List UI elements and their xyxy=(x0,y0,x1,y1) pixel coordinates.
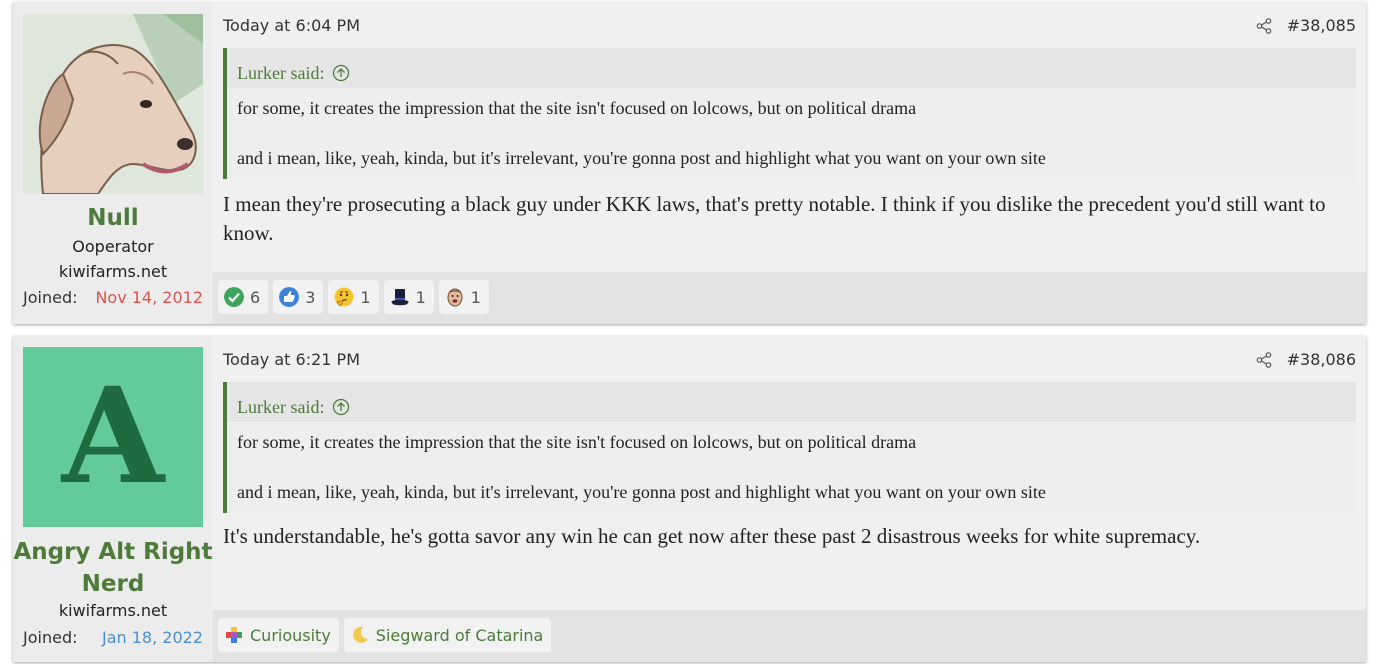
reaction-item[interactable]: 1 xyxy=(438,280,489,314)
reaction-item[interactable]: 1 xyxy=(328,280,379,314)
reaction-item[interactable]: Siegward of Catarina xyxy=(343,618,552,652)
reactions-list: 6 3 1 1 1 xyxy=(218,280,489,314)
quote-line: and i mean, like, yeah, kinda, but it's … xyxy=(237,482,1046,502)
reaction-item[interactable]: 6 xyxy=(218,280,269,314)
thumbs-up-icon xyxy=(279,287,300,307)
reaction-item[interactable]: 1 xyxy=(383,280,434,314)
joined-date: Nov 14, 2012 xyxy=(95,288,203,307)
jump-up-arrow-icon[interactable] xyxy=(332,64,350,82)
reaction-item[interactable]: Curiousity xyxy=(218,618,339,652)
post-number-link[interactable]: #38,086 xyxy=(1287,350,1356,369)
face-icon xyxy=(447,288,463,307)
quote-line: and i mean, like, yeah, kinda, but it's … xyxy=(237,148,1046,168)
post-body: Today at 6:21 PM #38,086 Lurker said: fo… xyxy=(213,336,1366,662)
post: A Angry Alt Right Nerd kiwifarms.net Joi… xyxy=(13,336,1366,662)
user-site: kiwifarms.net xyxy=(58,262,168,281)
quote-header[interactable]: Lurker said: xyxy=(227,48,1356,88)
post-body: Today at 6:04 PM #38,085 Lurker said: fo… xyxy=(213,2,1366,324)
reaction-count: 1 xyxy=(360,287,371,307)
thinking-face-icon xyxy=(334,287,354,307)
check-icon xyxy=(224,287,244,307)
joined-date: Jan 18, 2022 xyxy=(102,628,203,647)
post-date[interactable]: Today at 6:04 PM xyxy=(223,16,360,35)
post-content: Today at 6:04 PM #38,085 Lurker said: fo… xyxy=(213,2,1366,272)
username[interactable]: Angry Alt Right Nerd xyxy=(13,536,213,600)
top-hat-icon xyxy=(390,289,409,306)
post-date[interactable]: Today at 6:21 PM xyxy=(223,350,360,369)
reactions-bar: Curiousity Siegward of Catarina xyxy=(213,610,1366,662)
user-panel: A Angry Alt Right Nerd kiwifarms.net Joi… xyxy=(13,336,213,662)
moon-icon xyxy=(352,626,368,643)
username[interactable]: Null xyxy=(13,202,213,234)
message-text: I mean they're prosecuting a black guy u… xyxy=(223,192,1326,245)
reaction-label: Siegward of Catarina xyxy=(375,625,544,645)
quote-line: for some, it creates the impression that… xyxy=(237,98,917,118)
reaction-count: 1 xyxy=(415,287,426,307)
quote-block: Lurker said: for some, it creates the im… xyxy=(223,382,1356,513)
quote-body: for some, it creates the impression that… xyxy=(227,88,1356,179)
reaction-item[interactable]: 3 xyxy=(273,280,324,314)
share-icon[interactable] xyxy=(1256,352,1272,368)
user-site: kiwifarms.net xyxy=(58,601,168,620)
puzzle-icon xyxy=(226,627,242,643)
quote-body: for some, it creates the impression that… xyxy=(227,422,1356,513)
quote-line: for some, it creates the impression that… xyxy=(237,432,917,452)
quote-author[interactable]: Lurker said: xyxy=(237,63,324,84)
quote-block: Lurker said: for some, it creates the im… xyxy=(223,48,1356,179)
user-title: Ooperator xyxy=(72,237,154,256)
quote-author[interactable]: Lurker said: xyxy=(237,397,324,418)
reaction-count: 6 xyxy=(250,287,261,307)
share-icon[interactable] xyxy=(1256,18,1272,34)
user-panel: Null Ooperator kiwifarms.net Joined: Nov… xyxy=(13,2,213,324)
post-number-link[interactable]: #38,085 xyxy=(1287,16,1356,35)
reactions-bar: 6 3 1 1 1 xyxy=(213,272,1366,324)
reactions-list: Curiousity Siegward of Catarina xyxy=(218,618,552,652)
joined-row: Joined: Jan 18, 2022 xyxy=(23,628,203,647)
quote-header[interactable]: Lurker said: xyxy=(227,382,1356,422)
joined-label: Joined: xyxy=(23,628,78,647)
avatar[interactable] xyxy=(23,14,203,194)
dog-avatar-icon xyxy=(23,14,203,194)
reaction-count: 1 xyxy=(470,287,481,307)
reaction-count: 3 xyxy=(305,287,316,307)
joined-label: Joined: xyxy=(23,288,78,307)
post-content: Today at 6:21 PM #38,086 Lurker said: fo… xyxy=(213,336,1366,610)
reaction-label: Curiousity xyxy=(250,625,331,645)
avatar[interactable]: A xyxy=(23,347,203,527)
joined-row: Joined: Nov 14, 2012 xyxy=(23,288,203,307)
post: Null Ooperator kiwifarms.net Joined: Nov… xyxy=(13,2,1366,324)
jump-up-arrow-icon[interactable] xyxy=(332,398,350,416)
avatar-letter: A xyxy=(61,359,165,514)
message-text: It's understandable, he's gotta savor an… xyxy=(223,524,1201,548)
